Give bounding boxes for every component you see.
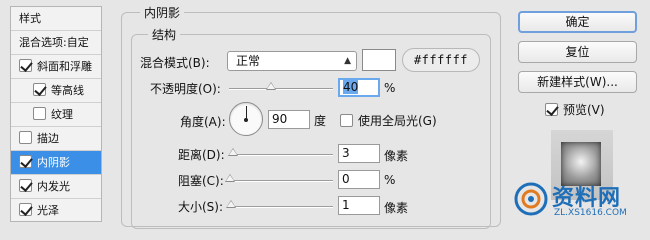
opacity-value: 40 [343,80,359,94]
style-item[interactable]: 纹理 [11,103,101,127]
panel-title: 内阴影 [140,4,185,21]
watermark-url: ZL.XS1616.COM [554,208,627,218]
style-list: 样式 混合选项:自定 斜面和浮雕等高线纹理描边内阴影内发光光泽颜色叠加 [10,6,102,222]
choke-unit: % [384,173,396,187]
style-item-label: 纹理 [51,108,73,121]
size-unit: 像素 [384,201,409,215]
opacity-unit: % [384,81,396,95]
choke-slider-thumb[interactable] [225,174,235,182]
blend-mode-label: 混合模式(B): [140,56,210,70]
style-item-checkbox[interactable] [19,131,32,144]
global-light-checkbox[interactable]: 使用全局光(G) [340,112,437,129]
style-list-header: 样式 [11,7,101,31]
angle-unit: 度 [314,114,327,128]
size-slider-thumb[interactable] [226,200,236,208]
size-label: 大小(S): [178,200,224,214]
blend-mode-select[interactable]: 正常 ▲ [227,51,357,71]
blend-mode-value: 正常 [236,54,261,68]
distance-label: 距离(D): [178,148,225,162]
distance-input[interactable]: 3 [338,144,380,163]
opacity-slider-thumb[interactable] [265,82,276,90]
choke-label: 阻塞(C): [178,174,224,188]
choke-slider-track[interactable] [225,174,333,182]
style-item-label: 光泽 [37,204,59,217]
ok-button[interactable]: 确定 [518,11,637,33]
opacity-label: 不透明度(O): [150,82,221,96]
style-item[interactable]: 等高线 [11,79,101,103]
distance-unit: 像素 [384,149,409,163]
global-light-box[interactable] [340,114,353,127]
shadow-color-swatch[interactable] [362,49,396,71]
style-item-label: 内阴影 [37,156,70,169]
style-item[interactable]: 光泽 [11,199,101,221]
style-item-checkbox[interactable] [19,179,32,192]
style-item-checkbox[interactable] [33,107,46,120]
new-style-button[interactable]: 新建样式(W)... [518,71,637,93]
distance-slider-thumb[interactable] [228,148,238,156]
opacity-slider-track[interactable] [229,82,333,90]
preview-box[interactable] [545,103,558,116]
size-slider-track[interactable] [226,200,333,208]
angle-label: 角度(A): [180,115,226,129]
style-item-checkbox[interactable] [19,155,32,168]
style-item[interactable]: 内阴影 [11,151,101,175]
style-item-checkbox[interactable] [33,83,46,96]
global-light-label: 使用全局光(G) [358,114,437,128]
style-item-label: 描边 [37,132,59,145]
style-item-checkbox[interactable] [19,203,32,216]
angle-dial[interactable] [229,102,263,136]
preview-checkbox[interactable]: 预览(V) [545,101,605,118]
watermark-logo-icon [514,182,548,216]
watermark: 资料网 ZL.XS1616.COM [510,180,650,222]
style-item[interactable]: 斜面和浮雕 [11,55,101,79]
style-item[interactable]: 内发光 [11,175,101,199]
preview-label: 预览(V) [563,103,605,117]
chevron-updown-icon: ▲ [344,56,351,66]
style-item-checkbox[interactable] [19,59,32,72]
angle-center-dot [244,118,248,122]
distance-slider-track[interactable] [228,148,333,156]
choke-input[interactable]: 0 [338,170,380,189]
color-hex-value[interactable]: #ffffff [402,48,480,72]
style-item-label: 等高线 [51,84,84,97]
style-item-label: 内发光 [37,180,70,193]
reset-button[interactable]: 复位 [518,41,637,63]
opacity-input[interactable]: 40 [338,78,380,97]
angle-input[interactable]: 90 [268,110,310,129]
blend-options-item[interactable]: 混合选项:自定 [11,31,101,55]
style-item[interactable]: 描边 [11,127,101,151]
style-item-label: 斜面和浮雕 [37,60,92,73]
section-title: 结构 [148,26,181,43]
size-input[interactable]: 1 [338,196,380,215]
